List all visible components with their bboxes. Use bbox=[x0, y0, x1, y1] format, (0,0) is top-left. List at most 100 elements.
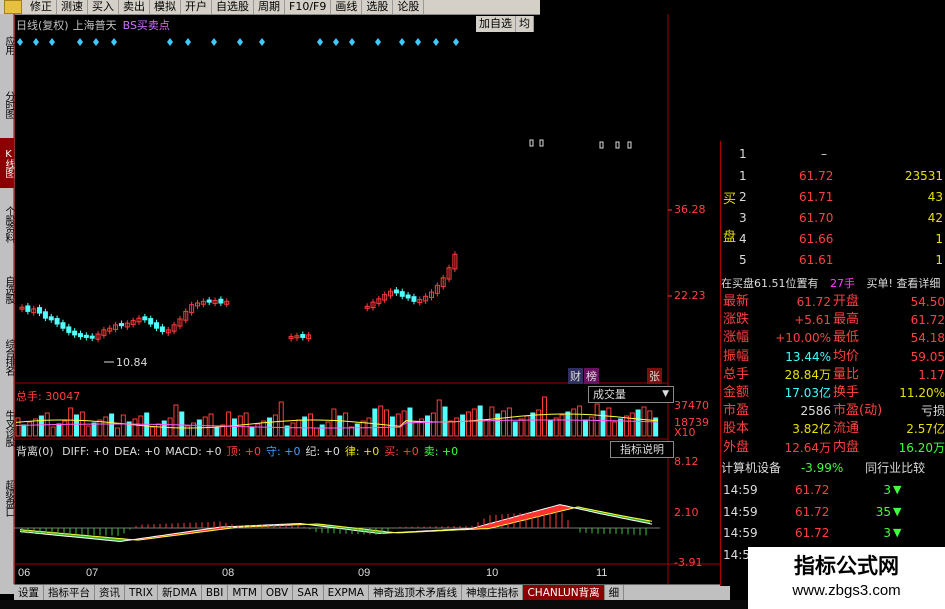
volume-bar bbox=[395, 413, 401, 437]
candle bbox=[78, 333, 83, 338]
volume-bar bbox=[623, 415, 629, 437]
tab-6[interactable]: MTM bbox=[228, 585, 262, 601]
volume-bar bbox=[161, 420, 167, 437]
volume-bar bbox=[460, 414, 466, 437]
stat-label2-3: 均价 bbox=[833, 348, 860, 364]
volume-bar bbox=[471, 408, 477, 437]
stat-value-4: 28.84万 bbox=[784, 367, 831, 382]
candle bbox=[72, 330, 78, 336]
tick-time-0: 14:59 bbox=[723, 483, 758, 497]
candle bbox=[218, 298, 224, 304]
volume-bar bbox=[231, 418, 237, 437]
rank-marker[interactable]: 榜 bbox=[584, 368, 599, 384]
stat-label-7: 股本 bbox=[723, 421, 750, 437]
volume-bar bbox=[114, 427, 120, 437]
tick-vol-1: 35 bbox=[875, 504, 891, 519]
candle bbox=[399, 291, 405, 297]
tab-13[interactable]: 细 bbox=[605, 585, 625, 601]
tab-3[interactable]: TRIX bbox=[125, 585, 158, 601]
limit-up-marker[interactable]: 张 bbox=[647, 368, 662, 384]
volume-bar bbox=[425, 415, 430, 437]
stat-value2-4: 1.17 bbox=[918, 367, 945, 382]
volume-bar bbox=[553, 417, 559, 437]
kline-chart[interactable] bbox=[0, 0, 720, 584]
stat-label2-5: 换手 bbox=[833, 385, 860, 400]
volume-bar bbox=[50, 426, 56, 437]
macd-ribbon bbox=[534, 511, 536, 518]
x-tick-5: 11 bbox=[596, 567, 608, 579]
buy-label-2: 盘 bbox=[723, 230, 737, 245]
volume-bar bbox=[565, 411, 571, 437]
x-tick-3: 09 bbox=[358, 567, 371, 579]
volume-bar bbox=[56, 423, 62, 437]
bs-point-6 bbox=[167, 38, 173, 46]
stat-value-1: +5.61 bbox=[794, 313, 831, 328]
bs-point-7 bbox=[185, 38, 191, 46]
finance-marker[interactable]: 财 bbox=[568, 368, 583, 384]
buy-queue-detail-link[interactable]: 买单! 查看详细 bbox=[867, 277, 941, 290]
stat-value2-2: 54.18 bbox=[910, 331, 945, 346]
tab-0[interactable]: 设置 bbox=[14, 585, 44, 601]
volume-bar bbox=[518, 418, 524, 437]
tick-price-2: 61.72 bbox=[795, 526, 830, 540]
candle bbox=[83, 334, 89, 338]
volume-bar bbox=[132, 418, 138, 437]
tab-2[interactable]: 资讯 bbox=[95, 585, 125, 601]
volume-bar bbox=[635, 409, 641, 437]
stat-value-2: +10.00% bbox=[775, 331, 831, 346]
buy-level-1: 1 bbox=[739, 169, 747, 183]
volume-bar bbox=[313, 427, 319, 437]
volume-dropdown[interactable]: 成交量 ▼ bbox=[588, 386, 674, 403]
sector-row[interactable]: 计算机设备 -3.99% 同行业比较 bbox=[721, 459, 925, 477]
stat-value-6: 2586 bbox=[800, 404, 831, 419]
volume-bar bbox=[272, 414, 278, 437]
indicator-help-button[interactable]: 指标说明 bbox=[610, 441, 674, 458]
macd-field-7: 买: +0 bbox=[384, 445, 419, 458]
tick-price-1: 61.72 bbox=[795, 504, 830, 519]
volume-unit: X10 bbox=[674, 426, 696, 439]
sector-compare-link[interactable]: 同行业比较 bbox=[865, 461, 925, 475]
price-tick-2: 22.23 bbox=[674, 289, 706, 302]
down-arrow-icon: ▼ bbox=[893, 526, 902, 539]
volume-bar bbox=[62, 420, 68, 437]
volume-bar bbox=[120, 414, 126, 437]
tick-vol-2: 3 bbox=[883, 526, 891, 540]
volume-bar bbox=[430, 412, 436, 437]
tab-10[interactable]: 神奇逃顶术矛盾线 bbox=[369, 585, 462, 601]
macd-prefix: 背离(0) bbox=[16, 445, 54, 458]
volume-bar bbox=[582, 419, 588, 437]
macd-field-6: 律: +0 bbox=[344, 445, 380, 458]
tab-1[interactable]: 指标平台 bbox=[44, 585, 95, 601]
bs-point-8 bbox=[211, 38, 217, 46]
tab-11[interactable]: 神壕庄指标 bbox=[462, 585, 524, 601]
buy-queue-qty: 27手 bbox=[830, 277, 855, 290]
tab-4[interactable]: 新DMA bbox=[158, 585, 202, 601]
macd-ribbon bbox=[560, 504, 562, 512]
volume-bar bbox=[255, 423, 261, 437]
volume-bar bbox=[21, 424, 27, 437]
bs-point-15 bbox=[399, 38, 405, 46]
tab-12[interactable]: CHANLUN背离 bbox=[523, 585, 605, 601]
candle bbox=[66, 326, 72, 333]
volume-bar bbox=[366, 417, 372, 437]
volume-dropdown-label: 成交量 bbox=[593, 388, 626, 401]
stat-label-6: 市盈 bbox=[723, 403, 750, 419]
volume-bar bbox=[97, 419, 103, 437]
candle bbox=[405, 294, 411, 299]
macd-ribbon bbox=[558, 504, 560, 512]
buy-queue-notice[interactable]: 在买盘61.51位置有 27手 买单! 查看详细 bbox=[721, 275, 940, 293]
stat-value-5: 17.03亿 bbox=[784, 386, 831, 400]
stat-label-3: 振幅 bbox=[723, 348, 750, 364]
tab-8[interactable]: SAR bbox=[293, 585, 324, 601]
top-candle-4 bbox=[627, 141, 632, 149]
volume-bar bbox=[547, 420, 553, 437]
tab-7[interactable]: OBV bbox=[262, 585, 294, 601]
macd-legend: 背离(0) DIFF: +0 DEA: +0 MACD: +0 顶: +0 守: +0 纪… bbox=[16, 443, 458, 459]
volume-bar bbox=[15, 417, 21, 437]
volume-bar bbox=[536, 409, 542, 437]
tab-5[interactable]: BBI bbox=[202, 585, 229, 601]
buy-price-1: 61.72 bbox=[799, 169, 834, 183]
stat-value2-7: 2.57亿 bbox=[906, 422, 945, 437]
candle bbox=[118, 323, 124, 327]
tab-9[interactable]: EXPMA bbox=[324, 585, 369, 601]
